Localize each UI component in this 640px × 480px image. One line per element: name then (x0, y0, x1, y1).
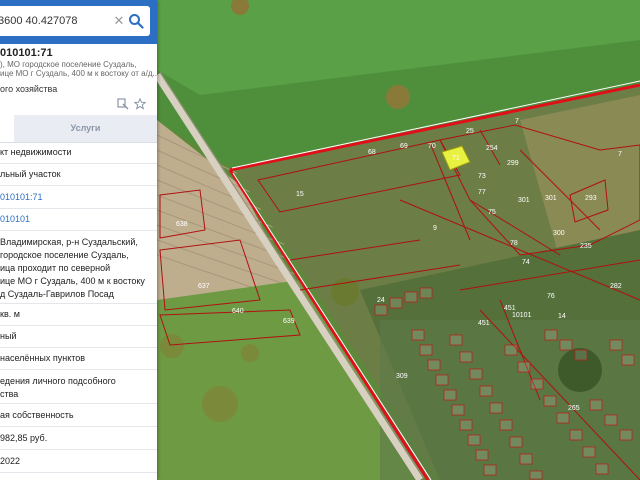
star-icon[interactable] (133, 97, 147, 110)
object-kind: льный участок (0, 169, 61, 179)
address-line: д Суздаль-Гаврилов Посад (0, 289, 114, 299)
divider (0, 303, 157, 304)
search-icon[interactable] (128, 13, 144, 29)
divider (0, 163, 157, 164)
divider (0, 208, 157, 209)
object-use: ого хозяйства (0, 84, 58, 94)
parcel-label: 70 (428, 143, 436, 150)
tab-info[interactable] (0, 115, 14, 142)
parcel-label: 235 (580, 243, 592, 250)
object-address-line: ), МО городское поселение Суздаль, (0, 60, 137, 69)
parcel-label: 71 (452, 155, 460, 162)
parcel-label: 299 (507, 160, 519, 167)
area-value: кв. м (0, 309, 20, 319)
tab-bar: Услуги (0, 115, 157, 143)
parcel-label: 309 (396, 373, 408, 380)
close-icon[interactable]: ✕ (113, 13, 125, 29)
parcel-label: 7 (515, 118, 519, 125)
object-type: кт недвижимости (0, 147, 72, 157)
parcel-label: 301 (545, 195, 557, 202)
info-panel: ✕ 010101:71 ), МО городское поселение Су… (0, 0, 157, 480)
parcel-label: 25 (466, 128, 474, 135)
search-input[interactable] (0, 6, 108, 36)
divider (0, 325, 157, 326)
parcel-label: 293 (585, 195, 597, 202)
parcel-label: 451 (504, 305, 516, 312)
object-address: ), МО городское поселение Суздаль, ице М… (0, 60, 157, 78)
divider (0, 347, 157, 348)
address-line: ице МО г Суздаль, 400 м к востоку (0, 276, 145, 286)
parcel-label: 637 (198, 283, 210, 290)
status-value: ный (0, 331, 17, 341)
object-title: 010101:71 (0, 47, 53, 59)
divider (0, 185, 157, 186)
parcel-label: 10101 (512, 312, 532, 319)
parcel-label: 265 (568, 405, 580, 412)
parcel-label: 15 (296, 191, 304, 198)
cost-value: 982,85 руб. (0, 433, 48, 443)
parcel-label: 24 (377, 297, 385, 304)
parcel-label: 14 (558, 313, 566, 320)
parcel-label: 75 (488, 209, 496, 216)
parcel-label: 451 (478, 320, 490, 327)
permitted-use-line: едения личного подсобного (0, 376, 116, 386)
parcel-label: 301 (518, 197, 530, 204)
ownership-value: ая собственность (0, 410, 74, 420)
category-value: населённых пунктов (0, 353, 86, 363)
parcel-label: 76 (547, 293, 555, 300)
permitted-use-line: ства (0, 389, 19, 399)
parcel-label: 77 (478, 189, 486, 196)
parcel-label: 282 (610, 283, 622, 290)
address-line: ица проходит по северной (0, 263, 111, 273)
divider (0, 403, 157, 404)
parcel-label: 78 (510, 240, 518, 247)
parcel-label: 639 (283, 318, 295, 325)
cadastral-number-link[interactable]: 010101:71 (0, 192, 157, 203)
date-value: 2022 (0, 456, 21, 466)
divider (0, 230, 157, 231)
parcel-label: 74 (522, 259, 530, 266)
parcel-label: 68 (368, 149, 376, 156)
tree-clump (386, 85, 410, 109)
divider (0, 426, 157, 427)
parcel-label: 73 (478, 173, 486, 180)
divider (0, 472, 157, 473)
search-box: ✕ (0, 6, 150, 36)
parcel-label: 640 (232, 308, 244, 315)
address-line: Владимирская, р-н Суздальский, (0, 237, 138, 247)
parcel-label: 7 (618, 151, 622, 158)
parcel-label: 638 (176, 221, 188, 228)
cadastral-quarter-link[interactable]: 010101 (0, 214, 157, 225)
parcel-label: 9 (433, 225, 437, 232)
object-address-line: ице МО г Суздаль, 400 м к востоку от а/д… (0, 69, 157, 78)
parcel-label: 254 (486, 145, 498, 152)
copy-link-icon[interactable] (117, 97, 129, 110)
parcel-label: 300 (553, 230, 565, 237)
parcel-label: 69 (400, 143, 408, 150)
address-line: городское поселение Суздаль, (0, 250, 129, 260)
divider (0, 369, 157, 370)
tab-services[interactable]: Услуги (14, 115, 157, 142)
divider (0, 449, 157, 450)
